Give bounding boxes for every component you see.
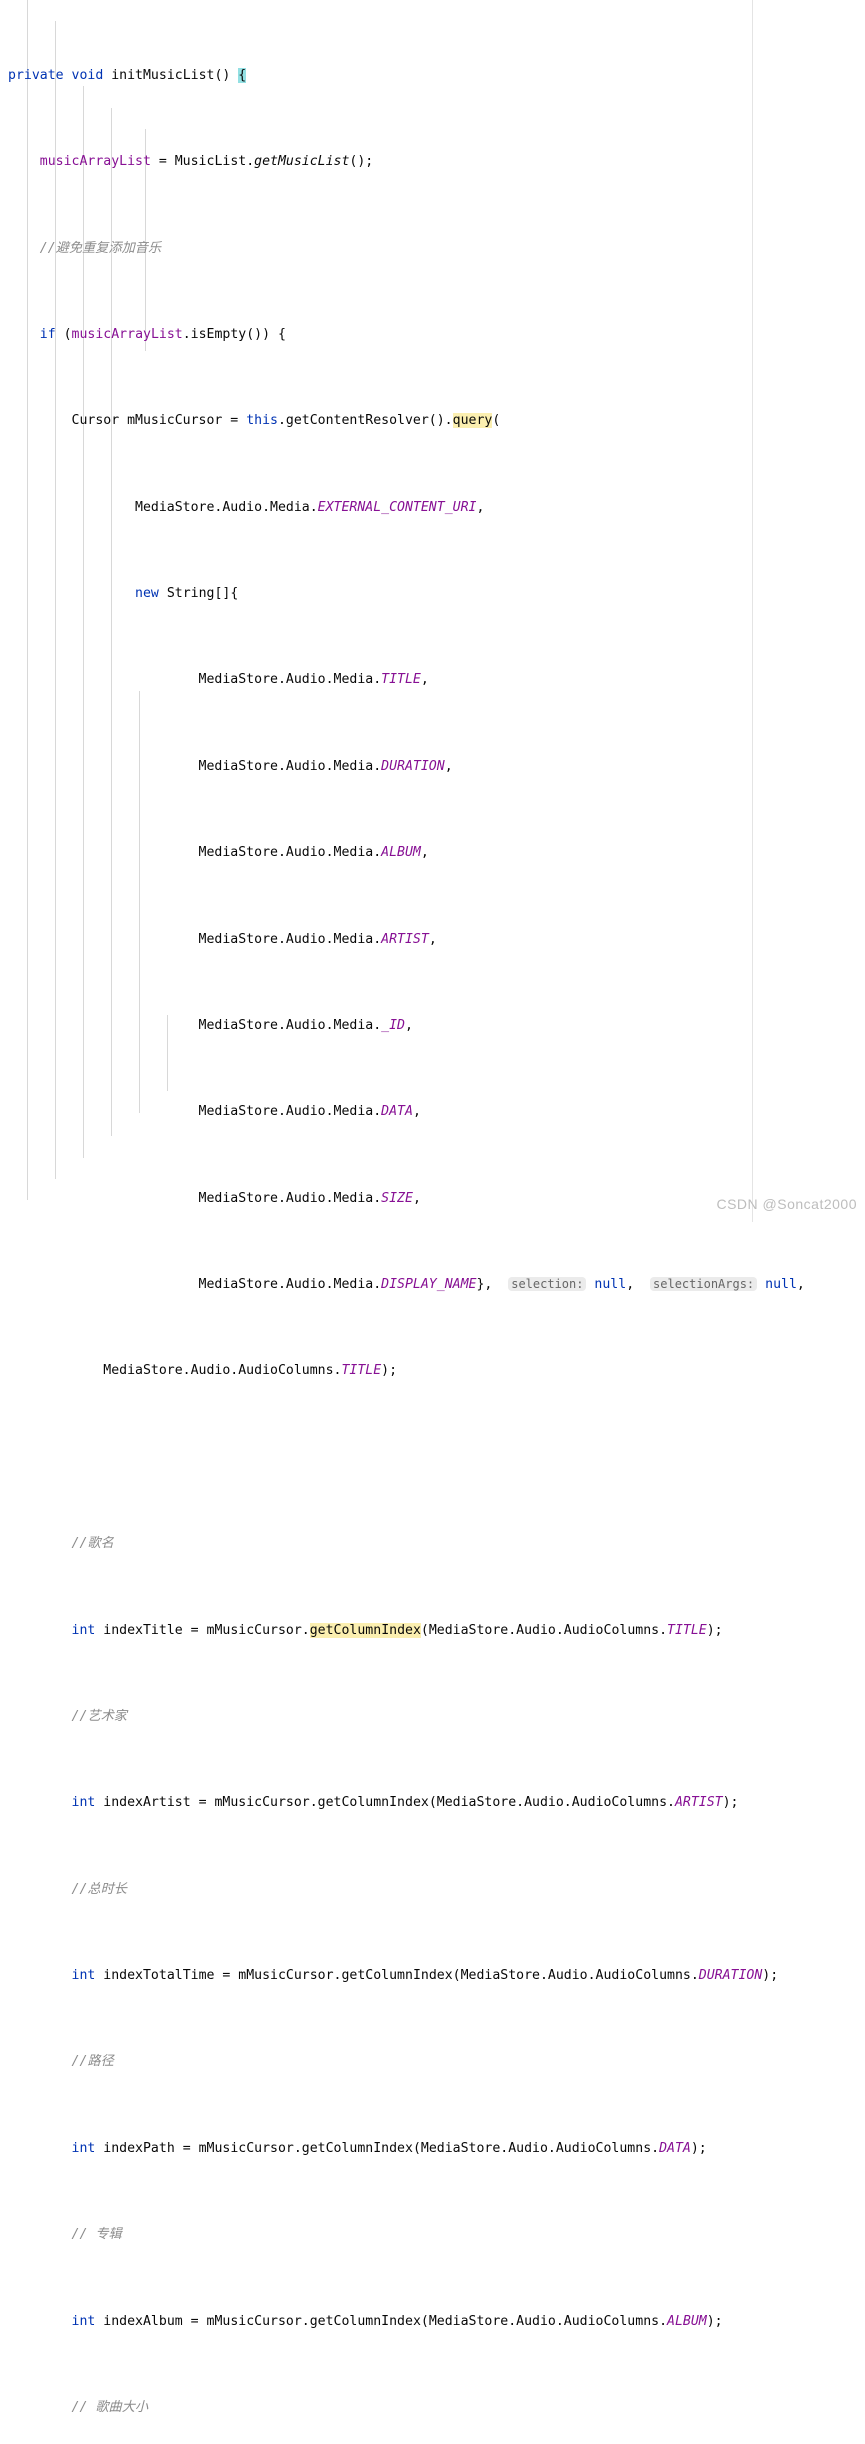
code-line[interactable]: musicArrayList = MusicList.getMusicList(… [0, 151, 865, 173]
code-line[interactable]: int indexArtist = mMusicCursor.getColumn… [0, 1792, 865, 1814]
code-editor[interactable]: private void initMusicList() { musicArra… [0, 0, 865, 2415]
code-line[interactable]: int indexTotalTime = mMusicCursor.getCol… [0, 1965, 865, 1987]
code-line[interactable]: private void initMusicList() { [0, 65, 865, 87]
csdn-watermark: CSDN @Soncat2000 [716, 1196, 857, 1213]
code-line[interactable]: MediaStore.Audio.AudioColumns.TITLE); [0, 1360, 865, 1382]
code-line[interactable]: MediaStore.Audio.Media.ALBUM, [0, 842, 865, 864]
code-line[interactable]: if (musicArrayList.isEmpty()) { [0, 324, 865, 346]
inlay-hint-selection: selection: [508, 1277, 587, 1292]
code-line[interactable]: Cursor mMusicCursor = this.getContentRes… [0, 410, 865, 432]
code-line[interactable]: MediaStore.Audio.Media.DURATION, [0, 756, 865, 778]
code-line[interactable]: // 专辑 [0, 2224, 865, 2246]
code-line[interactable]: // 歌曲大小 [0, 2397, 865, 2419]
code-line[interactable]: //路径 [0, 2051, 865, 2073]
code-lines[interactable]: private void initMusicList() { musicArra… [0, 0, 865, 2444]
code-line[interactable]: MediaStore.Audio.Media._ID, [0, 1015, 865, 1037]
code-line[interactable]: //总时长 [0, 1879, 865, 1901]
inlay-hint-selection-args: selectionArgs: [650, 1277, 758, 1292]
code-line[interactable]: MediaStore.Audio.Media.EXTERNAL_CONTENT_… [0, 497, 865, 519]
code-line[interactable]: MediaStore.Audio.Media.DATA, [0, 1101, 865, 1123]
code-line[interactable]: //歌名 [0, 1533, 865, 1555]
code-line[interactable]: new String[]{ [0, 583, 865, 605]
code-line[interactable]: MediaStore.Audio.Media.ARTIST, [0, 929, 865, 951]
code-line[interactable]: int indexAlbum = mMusicCursor.getColumnI… [0, 2311, 865, 2333]
code-line[interactable]: //艺术家 [0, 1706, 865, 1728]
code-line[interactable]: MediaStore.Audio.Media.DISPLAY_NAME}, se… [0, 1274, 865, 1296]
code-line[interactable]: int indexPath = mMusicCursor.getColumnIn… [0, 2138, 865, 2160]
code-line-blank[interactable] [0, 1447, 865, 1469]
code-line[interactable]: int indexTitle = mMusicCursor.getColumnI… [0, 1620, 865, 1642]
code-line[interactable]: //避免重复添加音乐 [0, 238, 865, 260]
code-line[interactable]: MediaStore.Audio.Media.TITLE, [0, 669, 865, 691]
